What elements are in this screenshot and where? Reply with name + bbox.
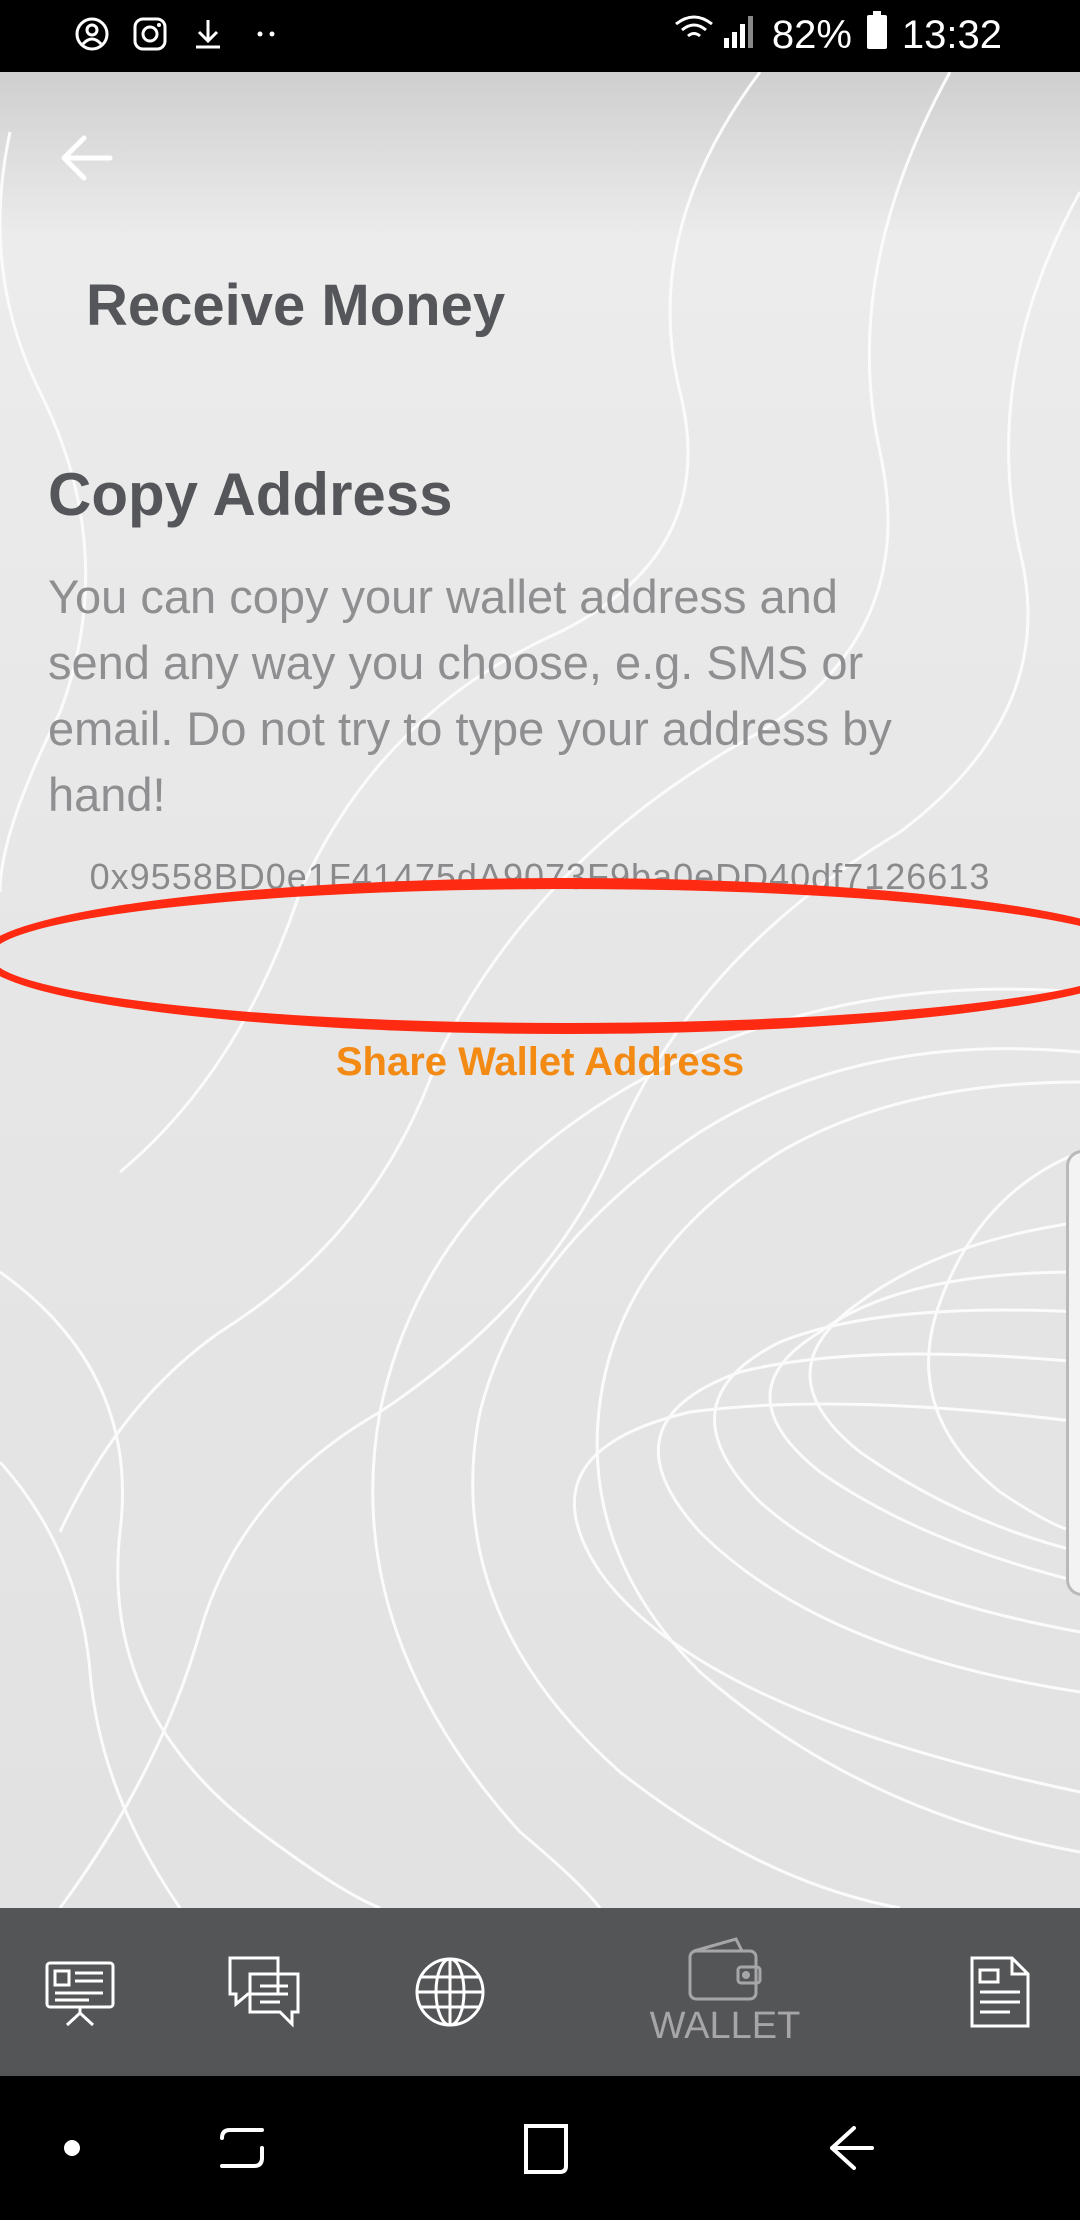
status-bar: 82% 13:32: [0, 0, 1080, 72]
nav-item-document[interactable]: [960, 1908, 1040, 2076]
topographic-background: [0, 72, 1080, 1908]
receive-money-screen: Receive Money Copy Address You can copy …: [0, 72, 1080, 1908]
globe-icon: [415, 1957, 485, 2027]
wallet-address[interactable]: 0x9558BD0e1F41475dA9073F9ba0eDD40df71266…: [0, 856, 1080, 898]
more-dots-icon: [246, 14, 286, 54]
nav-item-presentation[interactable]: [38, 1908, 122, 2076]
battery-icon: [866, 10, 888, 60]
copy-instructions: You can copy your wallet address and sen…: [48, 570, 892, 821]
status-left-icons: [72, 14, 286, 54]
edge-panel-handle[interactable]: [1066, 1150, 1080, 1596]
document-icon: [970, 1956, 1030, 2028]
download-icon: [188, 14, 228, 54]
recent-apps-button[interactable]: [200, 2106, 284, 2190]
bottom-nav: WALLET: [0, 1908, 1080, 2076]
nav-item-wallet[interactable]: WALLET: [630, 1908, 820, 2076]
account-circle-icon: [72, 14, 112, 54]
clock: 13:32: [901, 12, 1002, 57]
battery-percent: 82%: [771, 12, 852, 57]
nav-item-globe[interactable]: [410, 1908, 490, 2076]
dot-icon: [64, 2140, 80, 2156]
back-button[interactable]: [50, 122, 122, 194]
status-right: 82% 13:32: [672, 10, 1002, 60]
home-button[interactable]: [502, 2106, 586, 2190]
back-arrow-icon: [830, 2126, 874, 2170]
home-icon: [524, 2124, 568, 2174]
share-wallet-address-link[interactable]: Share Wallet Address: [0, 1040, 1080, 1085]
wifi-signal-icon: [672, 10, 758, 60]
recent-apps-icon: [220, 2128, 264, 2168]
arrow-left-icon: [61, 135, 113, 181]
chat-bubbles-icon: [228, 1956, 300, 2028]
page-title: Receive Money: [86, 273, 506, 338]
back-system-button[interactable]: [808, 2106, 892, 2190]
instagram-icon: [130, 14, 170, 54]
wallet-icon: [688, 1936, 762, 2000]
nav-dot-button[interactable]: [30, 2106, 114, 2190]
system-navigation-bar: [0, 2076, 1080, 2220]
section-title: Copy Address: [48, 461, 453, 528]
nav-label-wallet: WALLET: [649, 2004, 801, 2047]
nav-item-chat[interactable]: [222, 1908, 306, 2076]
presentation-icon: [45, 1961, 115, 2027]
